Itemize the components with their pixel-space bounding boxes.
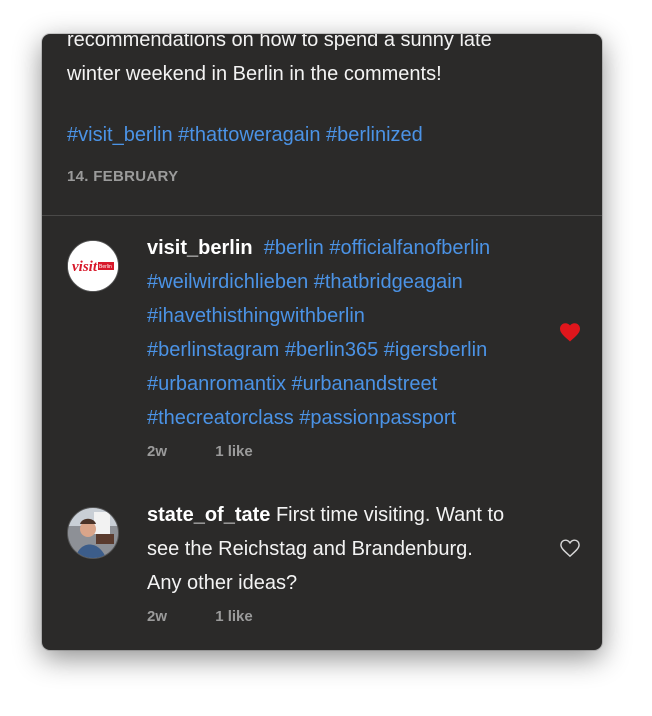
comment-age: 2w (147, 443, 168, 460)
post-hashtags[interactable]: #visit_berlin #thattoweragain #berlinize… (67, 118, 423, 152)
divider (42, 215, 602, 216)
visit-berlin-logo-icon: visit Berlin (68, 241, 118, 291)
caption-line: winter weekend in Berlin in the comments… (67, 63, 442, 85)
comment-body-text: First time visiting. Want to (275, 504, 505, 526)
comment-likes[interactable]: 1 like (215, 443, 253, 460)
svg-text:Berlin: Berlin (99, 264, 112, 270)
post-caption: recommendations on how to spend a sunny … (67, 34, 567, 91)
comment-meta: 2w 1 like (147, 443, 253, 460)
comment-body-text: Any other ideas? (147, 572, 298, 594)
svg-text:visit: visit (72, 259, 98, 275)
avatar[interactable]: visit Berlin (67, 240, 119, 292)
comment-hashtags[interactable]: #weilwirdichlieben #thatbridgeagain (147, 271, 463, 293)
comment-hashtags[interactable]: #berlinstagram #berlin365 #igersberlin (147, 339, 487, 361)
comment-hashtags[interactable]: #thecreatorclass #passionpassport (147, 407, 456, 429)
heart-filled-icon[interactable] (559, 322, 581, 342)
comment-age: 2w (147, 608, 168, 625)
caption-line: recommendations on how to spend a sunny … (67, 34, 492, 51)
comment-likes[interactable]: 1 like (215, 608, 253, 625)
heart-outline-icon[interactable] (559, 538, 581, 558)
comment-hashtags[interactable]: #berlin #officialfanofberlin (264, 237, 490, 259)
avatar[interactable] (67, 507, 119, 559)
comment-hashtags[interactable]: #urbanromantix #urbanandstreet (147, 373, 437, 395)
comment-username[interactable]: visit_berlin (147, 237, 253, 259)
user-photo-icon (68, 508, 118, 558)
comment-hashtags[interactable]: #ihavethisthingwithberlin (147, 305, 365, 327)
comment-text: visit_berlin #berlin #officialfanofberli… (147, 231, 547, 435)
comment-meta: 2w 1 like (147, 608, 253, 625)
comment-text: state_of_tate First time visiting. Want … (147, 498, 547, 600)
comment-body-text: see the Reichstag and Brandenburg. (147, 538, 473, 560)
post-date: 14. FEBRUARY (67, 168, 179, 185)
comments-panel: recommendations on how to spend a sunny … (42, 34, 602, 650)
comment-username[interactable]: state_of_tate (147, 504, 270, 526)
